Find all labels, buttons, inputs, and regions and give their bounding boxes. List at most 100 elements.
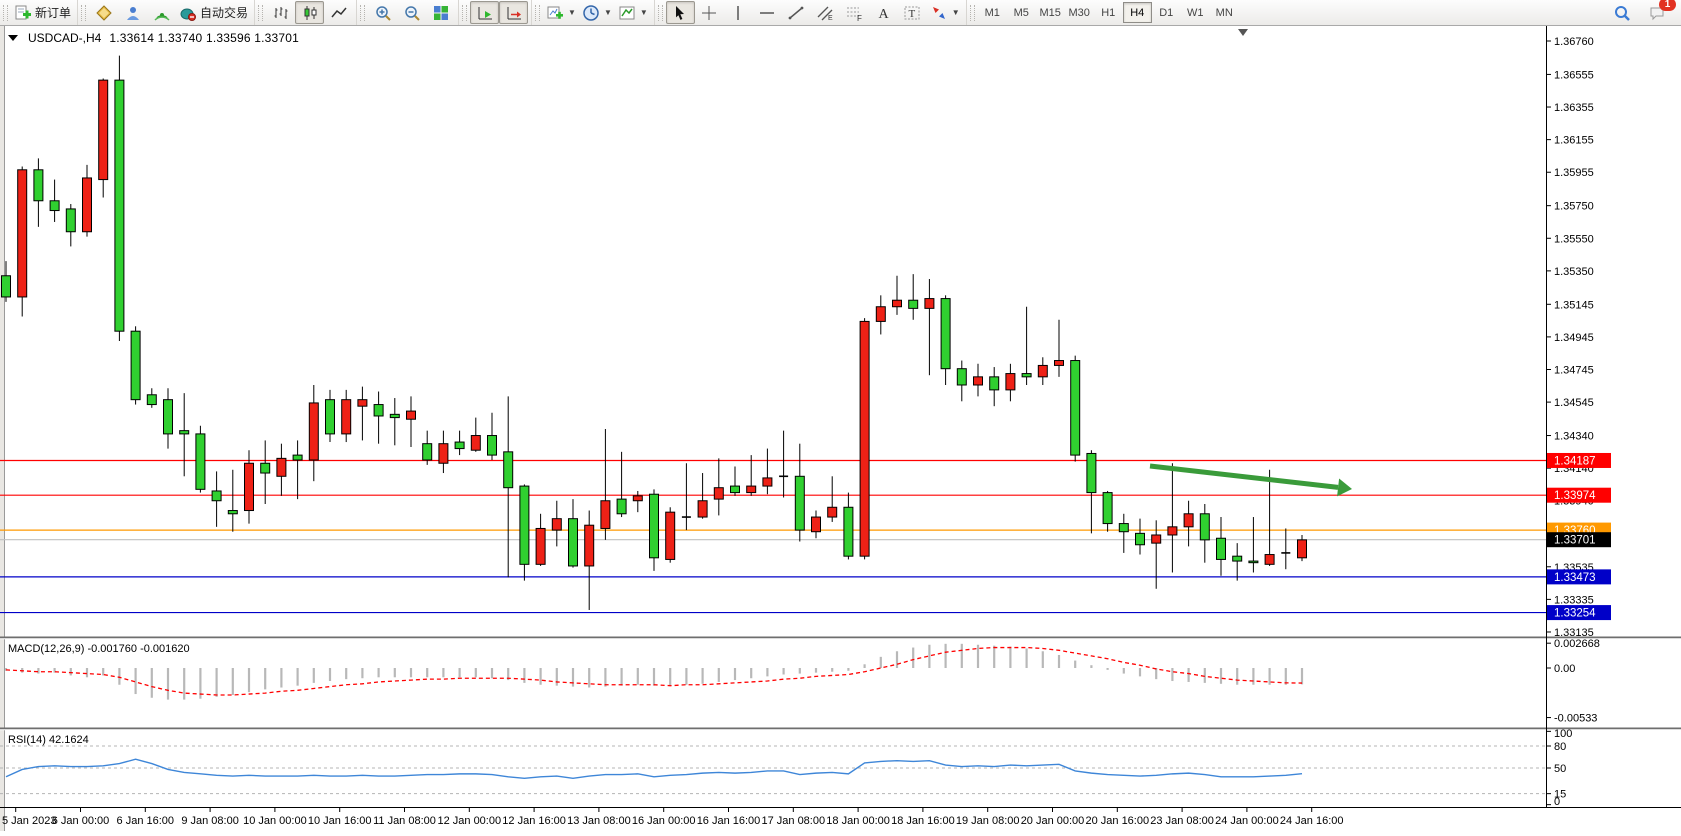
new-order-button[interactable]: 新订单	[11, 1, 74, 24]
candle-body[interactable]	[585, 525, 594, 566]
candle-body[interactable]	[455, 442, 464, 449]
candle-body[interactable]	[342, 400, 351, 434]
candle-body[interactable]	[309, 403, 318, 460]
candle-body[interactable]	[245, 463, 254, 510]
candle-body[interactable]	[34, 170, 43, 201]
candle-body[interactable]	[180, 431, 189, 434]
line-chart-button[interactable]	[324, 1, 353, 24]
candle-body[interactable]	[147, 395, 156, 405]
timeframe-m1-button[interactable]: M1	[978, 2, 1007, 23]
horizontal-line-button[interactable]	[753, 1, 782, 24]
candlestick-chart-button[interactable]	[295, 1, 324, 24]
candle-body[interactable]	[196, 434, 205, 489]
candle-body[interactable]	[326, 400, 335, 434]
candle-body[interactable]	[164, 400, 173, 434]
candle-body[interactable]	[99, 80, 108, 179]
candle-body[interactable]	[860, 321, 869, 556]
candle-body[interactable]	[1038, 365, 1047, 376]
fibonacci-button[interactable]: F	[840, 1, 869, 24]
crosshair-button[interactable]	[695, 1, 724, 24]
candle-body[interactable]	[1022, 374, 1031, 377]
candle-body[interactable]	[876, 307, 885, 322]
candle-body[interactable]	[1217, 538, 1226, 559]
candle-body[interactable]	[1006, 374, 1015, 390]
candle-body[interactable]	[471, 436, 480, 451]
candle-body[interactable]	[212, 491, 221, 501]
candle-body[interactable]	[439, 444, 448, 464]
notifications-button[interactable]: 1	[1642, 1, 1671, 24]
vertical-line-button[interactable]	[724, 1, 753, 24]
candle-body[interactable]	[390, 414, 399, 417]
timeframe-w1-button[interactable]: W1	[1181, 2, 1210, 23]
candle-body[interactable]	[747, 486, 756, 493]
timeframe-h4-button[interactable]: H4	[1123, 2, 1152, 23]
signals-button[interactable]	[147, 1, 176, 24]
symbol-dropdown-icon[interactable]	[8, 35, 18, 41]
candle-body[interactable]	[18, 170, 27, 297]
candle-body[interactable]	[488, 436, 497, 456]
candle-body[interactable]	[1119, 524, 1128, 532]
market-watch-button[interactable]	[89, 1, 118, 24]
data-window-button[interactable]	[118, 1, 147, 24]
arrows-button-dropdown-icon[interactable]: ▼	[952, 8, 960, 17]
candle-body[interactable]	[504, 452, 513, 488]
candle-body[interactable]	[812, 517, 821, 532]
candle-body[interactable]	[2, 276, 11, 297]
timeframe-d1-button[interactable]: D1	[1152, 2, 1181, 23]
candle-body[interactable]	[50, 201, 59, 211]
candle-body[interactable]	[974, 377, 983, 385]
candle-body[interactable]	[374, 405, 383, 416]
candle-body[interactable]	[633, 496, 642, 501]
pane-separator[interactable]	[0, 728, 1681, 730]
text-label-button[interactable]: T	[898, 1, 927, 24]
candle-body[interactable]	[941, 299, 950, 369]
zoom-out-button[interactable]	[397, 1, 426, 24]
candle-body[interactable]	[407, 411, 416, 419]
candle-body[interactable]	[1298, 540, 1307, 558]
equidistant-channel-button[interactable]: E	[811, 1, 840, 24]
new-chart-button-dropdown-icon[interactable]: ▼	[568, 8, 576, 17]
candle-body[interactable]	[1055, 361, 1064, 366]
candle-body[interactable]	[795, 476, 804, 530]
candle-body[interactable]	[1233, 556, 1242, 561]
candle-body[interactable]	[909, 300, 918, 308]
pane-separator[interactable]	[0, 637, 1681, 639]
candle-body[interactable]	[650, 494, 659, 558]
candle-body[interactable]	[552, 519, 561, 530]
cursor-button[interactable]	[666, 1, 695, 24]
auto-trading-button[interactable]: 自动交易	[176, 1, 251, 24]
candle-body[interactable]	[66, 209, 75, 232]
templates-button[interactable]: ▼	[615, 1, 651, 24]
candle-body[interactable]	[731, 486, 740, 493]
candle-body[interactable]	[569, 519, 578, 566]
candle-body[interactable]	[1152, 535, 1161, 543]
profiles-button-dropdown-icon[interactable]: ▼	[604, 8, 612, 17]
candle-body[interactable]	[957, 369, 966, 385]
candle-body[interactable]	[698, 501, 707, 517]
candle-body[interactable]	[1071, 361, 1080, 456]
timeframe-m5-button[interactable]: M5	[1007, 2, 1036, 23]
price-chart[interactable]: MACD(12,26,9) -0.001760 -0.001620RSI(14)…	[0, 26, 1681, 831]
candle-body[interactable]	[1184, 514, 1193, 527]
candle-body[interactable]	[666, 512, 675, 559]
candle-body[interactable]	[1087, 453, 1096, 492]
candle-body[interactable]	[617, 499, 626, 514]
profiles-button[interactable]: ▼	[579, 1, 615, 24]
candle-body[interactable]	[358, 400, 367, 407]
auto-scroll-button[interactable]	[470, 1, 499, 24]
timeframe-m15-button[interactable]: M15	[1036, 2, 1065, 23]
candle-body[interactable]	[844, 507, 853, 556]
candle-body[interactable]	[293, 455, 302, 460]
candle-body[interactable]	[1265, 555, 1274, 565]
candle-body[interactable]	[763, 478, 772, 486]
candle-body[interactable]	[1103, 493, 1112, 524]
timeframe-h1-button[interactable]: H1	[1094, 2, 1123, 23]
timeframe-m30-button[interactable]: M30	[1065, 2, 1094, 23]
timeframe-mn-button[interactable]: MN	[1210, 2, 1239, 23]
candle-body[interactable]	[893, 300, 902, 307]
candle-body[interactable]	[990, 377, 999, 390]
trendline-button[interactable]	[782, 1, 811, 24]
candle-body[interactable]	[131, 331, 140, 399]
arrows-button[interactable]: ▼	[927, 1, 963, 24]
candle-body[interactable]	[714, 488, 723, 499]
